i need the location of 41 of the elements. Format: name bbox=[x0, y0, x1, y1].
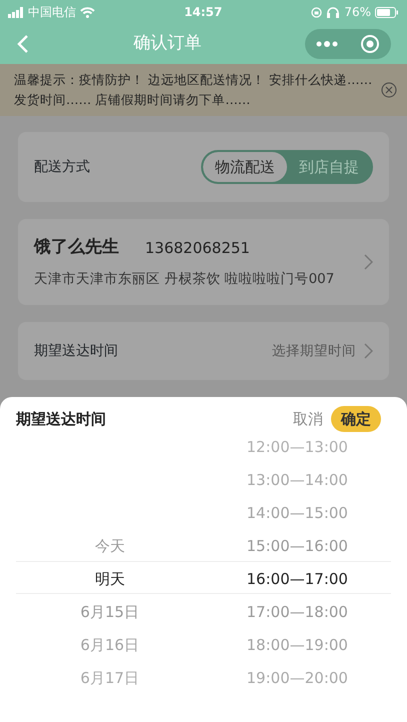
page-title: 确认订单 bbox=[134, 32, 202, 56]
picker-option[interactable]: 明天 bbox=[16, 563, 204, 596]
delivery-option[interactable]: 物流配送 bbox=[203, 152, 287, 182]
sheet-title: 期望送达时间 bbox=[16, 408, 106, 430]
address-detail: 天津市天津市东丽区 丹棂茶饮 啦啦啦啦门号007 bbox=[34, 270, 334, 289]
picker-option[interactable]: 14:00—15:00 bbox=[204, 497, 391, 530]
picker-option[interactable]: 12:00—13:00 bbox=[204, 431, 391, 464]
lock-rotation-icon bbox=[311, 6, 322, 18]
picker-option[interactable]: 13:00—14:00 bbox=[204, 464, 391, 497]
picker-option[interactable]: 17:00—18:00 bbox=[204, 596, 391, 629]
status-time: 14:57 bbox=[184, 4, 222, 21]
chevron-right-icon bbox=[364, 254, 373, 270]
picker-option[interactable]: 6月16日 bbox=[16, 629, 204, 662]
target-icon[interactable] bbox=[360, 34, 380, 54]
picker-option[interactable]: 15:00—16:00 bbox=[204, 530, 391, 563]
expected-time-label: 期望送达时间 bbox=[34, 342, 118, 360]
capsule-menu[interactable] bbox=[305, 29, 391, 59]
back-button[interactable] bbox=[16, 34, 30, 54]
cancel-button[interactable]: 取消 bbox=[293, 408, 323, 430]
expected-time-value: 选择期望时间 bbox=[272, 342, 356, 361]
picker-option[interactable]: 16:00—17:00 bbox=[204, 563, 391, 596]
headphones-icon bbox=[326, 6, 340, 18]
picker-option[interactable]: 今天 bbox=[16, 530, 204, 563]
carrier-name: 中国电信 bbox=[28, 4, 76, 21]
signal-icon bbox=[8, 6, 24, 18]
delivery-option[interactable]: 到店自提 bbox=[287, 152, 371, 182]
recipient-phone: 13682068251 bbox=[145, 238, 250, 259]
picker-option[interactable]: 6月17日 bbox=[16, 662, 204, 695]
recipient-name: 饿了么先生 bbox=[34, 236, 119, 260]
close-icon[interactable] bbox=[381, 82, 397, 98]
confirm-button[interactable]: 确定 bbox=[331, 406, 381, 432]
wifi-icon bbox=[80, 6, 95, 18]
battery-percent: 76% bbox=[344, 4, 371, 21]
chevron-right-icon bbox=[364, 343, 373, 359]
delivery-label: 配送方式 bbox=[34, 158, 90, 176]
more-icon[interactable] bbox=[316, 41, 338, 47]
picker-option[interactable]: 19:00—20:00 bbox=[204, 662, 391, 695]
picker-option[interactable]: 6月15日 bbox=[16, 596, 204, 629]
notice-text: 温馨提示：疫情防护！ 边远地区配送情况！ 安排什么快递……发货时间…… 店铺假期时间请勿下单…… bbox=[14, 71, 373, 109]
picker-option[interactable]: 18:00—19:00 bbox=[204, 629, 391, 662]
battery-icon bbox=[375, 6, 399, 18]
